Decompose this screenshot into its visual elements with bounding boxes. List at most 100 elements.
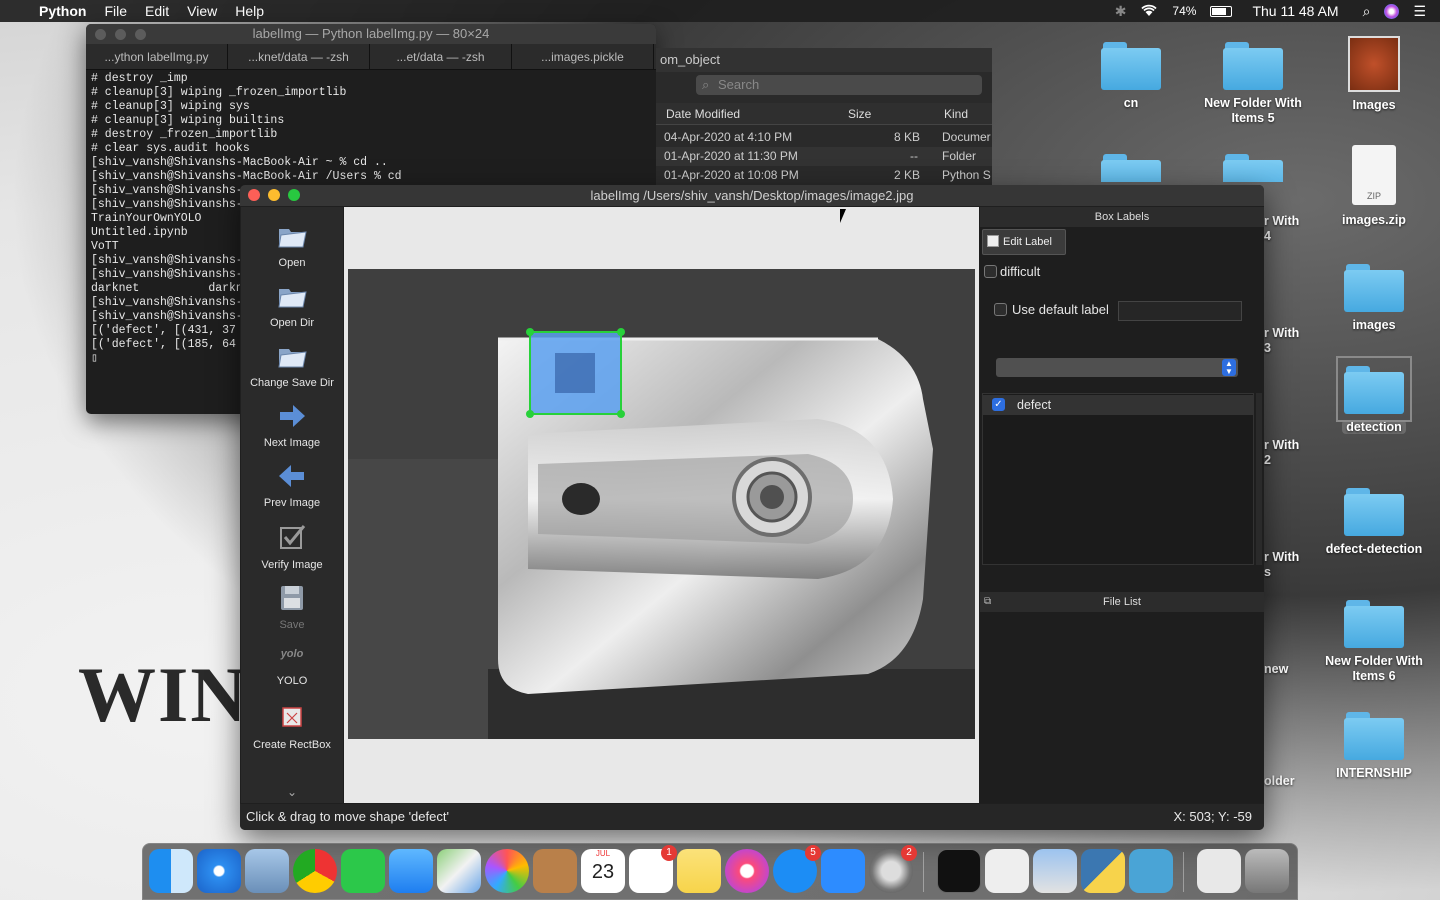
close-icon[interactable] xyxy=(95,29,106,40)
documents-stack-icon[interactable] xyxy=(1197,849,1241,893)
finder-row[interactable]: 01-Apr-2020 at 10:08 PM 2 KB Python S xyxy=(656,166,992,185)
textedit-icon[interactable] xyxy=(985,849,1029,893)
desktop-file-images-zip[interactable]: ZIP images.zip xyxy=(1319,145,1429,228)
open-dir-button[interactable]: Open Dir xyxy=(241,279,343,329)
maps-icon[interactable] xyxy=(437,849,481,893)
use-default-label-checkbox[interactable] xyxy=(994,303,1007,316)
default-label-input[interactable] xyxy=(1118,301,1242,321)
verify-image-button[interactable]: Verify Image xyxy=(241,521,343,571)
chrome-icon[interactable] xyxy=(293,849,337,893)
trash-icon[interactable] xyxy=(1245,849,1289,893)
image-canvas[interactable] xyxy=(344,207,979,803)
bluetooth-icon[interactable]: ✱ xyxy=(1115,3,1127,20)
desktop-folder-partial[interactable] xyxy=(1198,152,1308,182)
desktop-folder-cn[interactable]: cn xyxy=(1076,40,1186,111)
desktop-folder-new-folder-6[interactable]: New Folder With Items 6 xyxy=(1319,598,1429,684)
desktop-folder-images[interactable]: images xyxy=(1319,262,1429,333)
labelimg-window[interactable]: labelImg /Users/shiv_vansh/Desktop/image… xyxy=(240,185,1264,830)
preview-icon[interactable] xyxy=(1033,849,1077,893)
label-visible-checkbox[interactable]: ✓ xyxy=(992,398,1005,411)
column-kind[interactable]: Kind xyxy=(944,103,968,125)
menu-view[interactable]: View xyxy=(178,0,226,22)
zoom-icon[interactable] xyxy=(288,189,300,201)
python-launcher-icon[interactable] xyxy=(1081,849,1125,893)
desktop-icon-label-partial[interactable]: r With 3 xyxy=(1264,326,1304,356)
desktop-folder-detection[interactable]: detection xyxy=(1319,356,1429,435)
menu-help[interactable]: Help xyxy=(226,0,273,22)
siri-icon[interactable] xyxy=(1384,3,1400,19)
expand-toolbar-icon[interactable]: ⌄ xyxy=(241,785,343,799)
mail-icon[interactable] xyxy=(245,849,289,893)
finder-search-field[interactable]: ⌕ Search xyxy=(696,75,982,95)
wifi-icon[interactable] xyxy=(1140,3,1158,20)
terminal-tab[interactable]: ...ython labelImg.py xyxy=(86,44,228,69)
menu-file[interactable]: File xyxy=(95,0,136,22)
label-list-scrollbar[interactable] xyxy=(1256,393,1262,565)
zoom-icon[interactable] xyxy=(135,29,146,40)
photos-icon[interactable] xyxy=(485,849,529,893)
system-preferences-icon[interactable]: 2 xyxy=(869,845,917,893)
labelimg-app-icon[interactable] xyxy=(1129,849,1173,893)
finder-row[interactable]: 04-Apr-2020 at 4:10 PM 8 KB Documer xyxy=(656,128,992,147)
open-button[interactable]: Open xyxy=(241,219,343,269)
label-list-item[interactable]: ✓ defect xyxy=(983,395,1253,415)
menu-app-name[interactable]: Python xyxy=(30,0,95,22)
resize-handle[interactable] xyxy=(526,328,534,336)
terminal-app-icon[interactable] xyxy=(937,849,981,893)
resize-handle[interactable] xyxy=(617,410,625,418)
terminal-titlebar[interactable]: labelImg — Python labelImg.py — 80×24 xyxy=(86,24,656,44)
resize-handle[interactable] xyxy=(617,328,625,336)
terminal-tab[interactable]: ...knet/data — -zsh xyxy=(228,44,370,69)
facetime-icon[interactable] xyxy=(341,849,385,893)
undock-icon[interactable]: ⧉ xyxy=(984,592,991,612)
close-icon[interactable] xyxy=(248,189,260,201)
reminders-icon[interactable]: 1 xyxy=(629,845,677,893)
desktop-folder-partial[interactable] xyxy=(1076,152,1186,182)
difficult-checkbox[interactable] xyxy=(984,265,997,278)
desktop-icon-label-partial[interactable]: older xyxy=(1264,774,1304,789)
spotlight-search-icon[interactable]: ⌕ xyxy=(1363,3,1371,20)
bounding-box-defect[interactable] xyxy=(526,328,625,418)
app-store-icon[interactable]: 5 xyxy=(773,845,821,893)
finder-icon[interactable] xyxy=(149,849,193,893)
edit-label-button[interactable]: Edit Label xyxy=(982,229,1066,255)
labelimg-titlebar[interactable]: labelImg /Users/shiv_vansh/Desktop/image… xyxy=(240,185,1264,206)
minimize-icon[interactable] xyxy=(115,29,126,40)
safari-icon[interactable] xyxy=(197,849,241,893)
change-save-dir-button[interactable]: Change Save Dir xyxy=(241,339,343,389)
desktop-folder-defect-detection[interactable]: defect-detection xyxy=(1319,486,1429,557)
terminal-tab[interactable]: ...et/data — -zsh xyxy=(370,44,512,69)
menu-edit[interactable]: Edit xyxy=(136,0,178,22)
notes-icon[interactable] xyxy=(677,849,721,893)
finder-row[interactable]: 01-Apr-2020 at 11:30 PM -- Folder xyxy=(656,147,992,166)
contacts-icon[interactable] xyxy=(533,849,577,893)
save-button[interactable]: Save xyxy=(241,581,343,631)
file-list[interactable] xyxy=(980,612,1264,803)
notification-center-icon[interactable]: ☰ xyxy=(1413,3,1426,20)
label-list[interactable]: ✓ defect xyxy=(982,393,1254,565)
yolo-format-button[interactable]: yolo YOLO xyxy=(241,647,343,687)
messages-icon[interactable] xyxy=(389,849,433,893)
desktop-icon-label-partial[interactable]: new xyxy=(1264,662,1304,677)
next-image-button[interactable]: Next Image xyxy=(241,399,343,449)
finder-window[interactable]: om_object ⌕ Search Date Modified Size Ki… xyxy=(656,48,992,188)
zoom-app-icon[interactable] xyxy=(821,849,865,893)
create-rectbox-button[interactable]: Create RectBox xyxy=(241,701,343,751)
battery-icon[interactable] xyxy=(1210,5,1233,17)
desktop-folder-internship[interactable]: INTERNSHIP xyxy=(1319,710,1429,781)
clock[interactable]: Thu 11 48 AM xyxy=(1252,3,1338,19)
calendar-icon[interactable]: JUL 23 xyxy=(581,849,625,893)
desktop-file-images[interactable]: Images xyxy=(1319,36,1429,113)
column-date-modified[interactable]: Date Modified xyxy=(666,103,740,125)
label-combo-box[interactable]: ▲ ▼ xyxy=(996,358,1238,377)
resize-handle[interactable] xyxy=(526,410,534,418)
music-icon[interactable] xyxy=(725,849,769,893)
desktop-folder-new-folder-5[interactable]: New Folder With Items 5 xyxy=(1198,40,1308,126)
prev-image-button[interactable]: Prev Image xyxy=(241,459,343,509)
desktop-icon-label-partial[interactable]: r With 4 xyxy=(1264,214,1304,244)
terminal-tab[interactable]: ...images.pickle xyxy=(512,44,654,69)
desktop-icon-label-partial[interactable]: r With s xyxy=(1264,550,1304,580)
column-size[interactable]: Size xyxy=(848,103,871,125)
desktop-icon-label-partial[interactable]: r With 2 xyxy=(1264,438,1304,468)
minimize-icon[interactable] xyxy=(268,189,280,201)
